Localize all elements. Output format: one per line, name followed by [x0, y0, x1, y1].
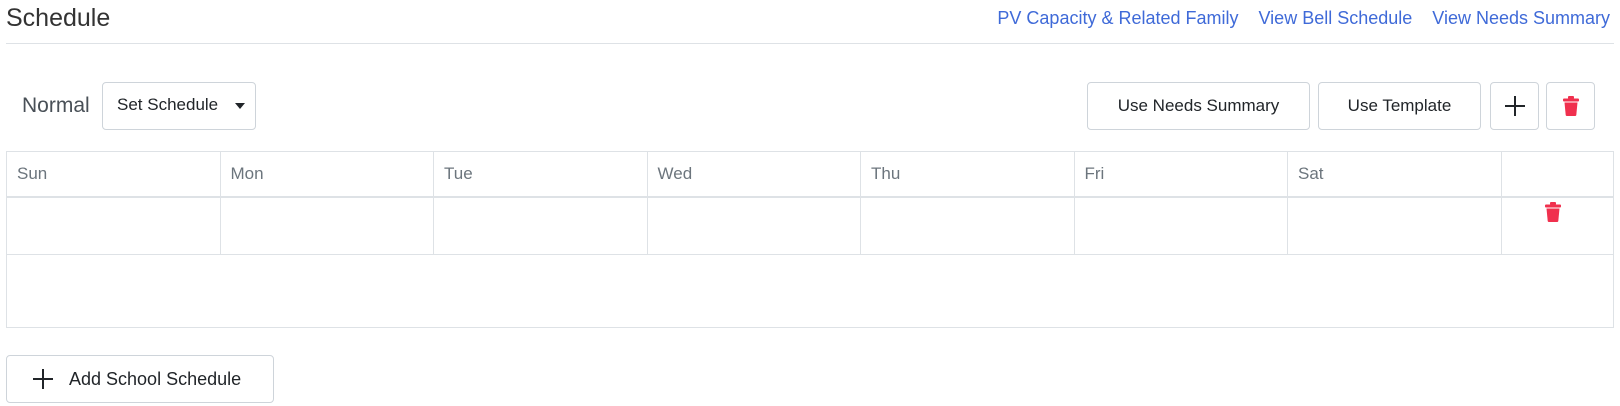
- pv-capacity-link[interactable]: PV Capacity & Related Family: [997, 8, 1238, 29]
- trash-icon: [1544, 202, 1561, 222]
- plus-icon: [33, 369, 53, 389]
- cell-actions: [1502, 198, 1612, 254]
- schedule-toolbar: Normal Set Schedule Use Needs Summary Us…: [6, 82, 1606, 132]
- cell-sun[interactable]: [7, 198, 221, 254]
- table-row: [7, 198, 1613, 255]
- use-needs-summary-button[interactable]: Use Needs Summary: [1087, 82, 1310, 130]
- trash-icon: [1562, 96, 1579, 116]
- column-header-wed: Wed: [648, 152, 861, 196]
- delete-schedule-button[interactable]: [1546, 82, 1595, 130]
- schedule-select-value: Set Schedule: [117, 95, 219, 114]
- table-header: Sun Mon Tue Wed Thu Fri Sat: [7, 152, 1613, 198]
- cell-sat[interactable]: [1288, 198, 1502, 254]
- mode-label: Normal: [22, 94, 90, 117]
- column-header-mon: Mon: [221, 152, 434, 196]
- column-header-thu: Thu: [861, 152, 1075, 196]
- add-school-schedule-label: Add School Schedule: [69, 368, 242, 389]
- cell-fri[interactable]: [1075, 198, 1288, 254]
- column-header-sun: Sun: [7, 152, 221, 196]
- caret-down-icon: [235, 103, 245, 109]
- view-bell-schedule-link[interactable]: View Bell Schedule: [1259, 8, 1413, 29]
- column-header-actions: [1502, 152, 1612, 196]
- view-needs-summary-link[interactable]: View Needs Summary: [1432, 8, 1610, 29]
- add-row-button[interactable]: [1490, 82, 1539, 130]
- use-template-button[interactable]: Use Template: [1318, 82, 1481, 130]
- page-title: Schedule: [6, 4, 111, 32]
- column-header-fri: Fri: [1075, 152, 1288, 196]
- header-links: PV Capacity & Related Family View Bell S…: [997, 8, 1610, 29]
- cell-tue[interactable]: [434, 198, 648, 254]
- column-header-tue: Tue: [434, 152, 648, 196]
- page-header: Schedule PV Capacity & Related Family Vi…: [6, 0, 1614, 44]
- delete-row-button[interactable]: [1544, 202, 1561, 227]
- schedule-table: Sun Mon Tue Wed Thu Fri Sat: [6, 151, 1614, 328]
- plus-icon: [1504, 96, 1525, 116]
- schedule-select[interactable]: Set Schedule: [102, 82, 256, 130]
- add-school-schedule-button[interactable]: Add School Schedule: [6, 355, 274, 403]
- cell-mon[interactable]: [221, 198, 434, 254]
- column-header-sat: Sat: [1288, 152, 1502, 196]
- cell-wed[interactable]: [648, 198, 861, 254]
- cell-thu[interactable]: [861, 198, 1075, 254]
